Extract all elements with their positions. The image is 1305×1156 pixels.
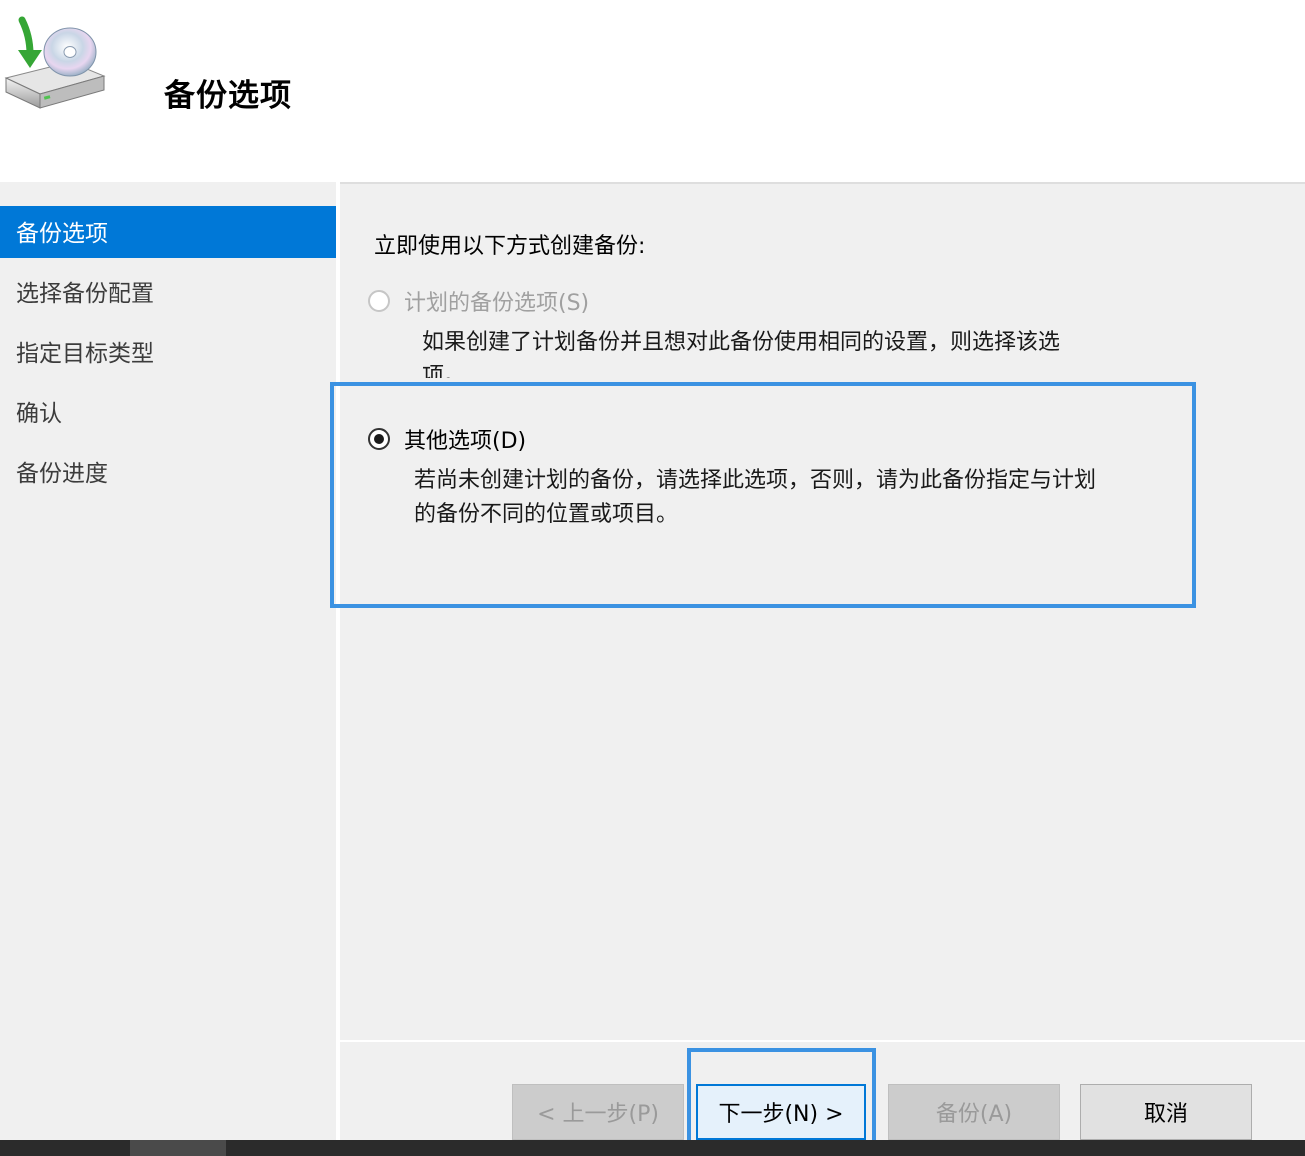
sidebar-item-select-config[interactable]: 选择备份配置 xyxy=(0,262,336,314)
content-panel: 立即使用以下方式创建备份: 计划的备份选项(S) 如果创建了计划备份并且想对此备… xyxy=(340,184,1305,1040)
next-button[interactable]: 下一步(N) > xyxy=(696,1084,866,1140)
backup-drive-icon xyxy=(0,14,112,114)
scheduled-backup-label: 计划的备份选项(S) xyxy=(404,291,590,316)
intro-text: 立即使用以下方式创建备份: xyxy=(374,234,646,259)
sidebar-item-backup-options[interactable]: 备份选项 xyxy=(0,206,336,258)
sidebar-item-label: 指定目标类型 xyxy=(16,341,154,367)
sidebar-item-destination-type[interactable]: 指定目标类型 xyxy=(0,322,336,374)
cancel-button[interactable]: 取消 xyxy=(1080,1084,1252,1140)
scheduled-backup-option[interactable]: 计划的备份选项(S) xyxy=(368,285,589,317)
previous-button[interactable]: < 上一步(P) xyxy=(512,1084,684,1140)
scheduled-backup-description: 如果创建了计划备份并且想对此备份使用相同的设置，则选择该选项。 xyxy=(422,330,1061,378)
backup-button[interactable]: 备份(A) xyxy=(888,1084,1060,1140)
sidebar-item-label: 备份选项 xyxy=(16,221,108,247)
wizard-sidebar: 备份选项 选择备份配置 指定目标类型 确认 备份进度 xyxy=(0,182,336,1140)
radio-unchecked-icon[interactable] xyxy=(368,290,390,312)
other-options-description: 若尚未创建计划的备份，请选择此选项，否则，请为此备份指定与计划的备份不同的位置或… xyxy=(414,468,1097,527)
taskbar-app-item[interactable] xyxy=(130,1140,226,1156)
wizard-header: 备份选项 xyxy=(0,0,1305,182)
sidebar-item-label: 备份进度 xyxy=(16,461,108,487)
sidebar-item-label: 确认 xyxy=(16,401,62,427)
other-options-option[interactable]: 其他选项(D) xyxy=(368,423,526,455)
other-options-label: 其他选项(D) xyxy=(404,429,527,454)
radio-checked-icon[interactable] xyxy=(368,428,390,450)
sidebar-item-label: 选择备份配置 xyxy=(16,281,154,307)
sidebar-item-confirm[interactable]: 确认 xyxy=(0,382,336,434)
sidebar-item-progress[interactable]: 备份进度 xyxy=(0,442,336,494)
taskbar xyxy=(0,1140,1305,1156)
page-title: 备份选项 xyxy=(164,78,292,114)
